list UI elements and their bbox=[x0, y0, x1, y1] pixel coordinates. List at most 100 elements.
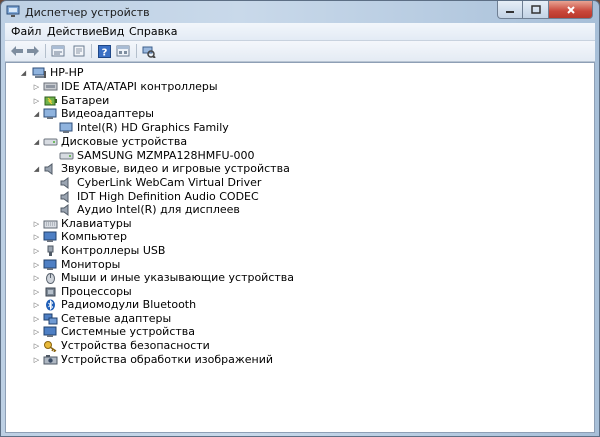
tree-label: Сетевые адаптеры bbox=[61, 312, 172, 325]
scan-hardware-button[interactable] bbox=[141, 43, 157, 59]
menu-bar: Файл Действие Вид Справка bbox=[5, 23, 595, 41]
tree-category-batteries[interactable]: ▷ Батареи bbox=[30, 94, 110, 107]
tree-category-system-devices[interactable]: ▷ Системные устройства bbox=[30, 325, 195, 338]
expand-triangle-icon[interactable]: ▷ bbox=[32, 314, 41, 323]
window-controls bbox=[497, 1, 593, 19]
tree-category-computer[interactable]: ▷ Компьютер bbox=[30, 230, 127, 243]
expand-triangle-icon[interactable]: ▷ bbox=[32, 232, 41, 241]
svg-text:?: ? bbox=[101, 47, 107, 58]
title-bar[interactable]: Диспетчер устройств bbox=[1, 1, 599, 23]
monitor-icon bbox=[42, 325, 58, 338]
properties-button[interactable] bbox=[50, 43, 66, 59]
tree-category-usb[interactable]: ▷ Контроллеры USB bbox=[30, 244, 166, 257]
menu-file[interactable]: Файл bbox=[11, 25, 41, 38]
display-adapter-icon bbox=[58, 121, 74, 134]
properties-icon bbox=[51, 45, 65, 57]
update-driver-button[interactable] bbox=[71, 43, 87, 59]
tree-label: Компьютер bbox=[61, 230, 127, 243]
collapse-triangle-icon[interactable]: ◢ bbox=[32, 109, 41, 118]
tree-root[interactable]: ◢ HP-HP bbox=[20, 66, 84, 79]
tree-category-mice[interactable]: ▷ Мыши и иные указывающие устройства bbox=[30, 271, 294, 284]
security-key-icon bbox=[42, 339, 58, 352]
tree-label: Дисковые устройства bbox=[61, 135, 188, 148]
tree-category-imaging[interactable]: ▷ Устройства обработки изображений bbox=[30, 353, 273, 366]
tree-device-intel-graphics[interactable]: Intel(R) HD Graphics Family bbox=[58, 121, 229, 134]
tree-label: Мониторы bbox=[61, 258, 121, 271]
help-icon: ? bbox=[97, 44, 111, 58]
back-button[interactable] bbox=[9, 43, 25, 59]
usb-icon bbox=[42, 244, 58, 257]
tree-device-samsung-disk[interactable]: SAMSUNG MZMPA128HMFU-000 bbox=[58, 149, 255, 162]
help-button[interactable]: ? bbox=[96, 43, 112, 59]
expand-triangle-icon[interactable]: ▷ bbox=[32, 82, 41, 91]
toolbar-separator bbox=[136, 44, 137, 58]
back-arrow-icon bbox=[11, 46, 23, 56]
expand-triangle-icon[interactable]: ▷ bbox=[32, 96, 41, 105]
view-button[interactable] bbox=[115, 43, 131, 59]
tree-category-security[interactable]: ▷ Устройства безопасности bbox=[30, 339, 210, 352]
close-button[interactable] bbox=[549, 1, 593, 19]
disk-drive-icon bbox=[58, 149, 74, 162]
scan-hardware-icon bbox=[142, 46, 156, 58]
mouse-icon bbox=[42, 271, 58, 284]
tree-category-bluetooth[interactable]: ▷ Радиомодули Bluetooth bbox=[30, 298, 196, 311]
tree-device-intel-display-audio[interactable]: Аудио Intel(R) для дисплеев bbox=[58, 203, 240, 216]
minimize-icon bbox=[506, 10, 514, 13]
menu-help[interactable]: Справка bbox=[129, 25, 177, 38]
menu-action[interactable]: Действие bbox=[47, 25, 102, 38]
tree-category-ide[interactable]: ▷ IDE ATA/ATAPI контроллеры bbox=[30, 80, 218, 93]
maximize-button[interactable] bbox=[523, 1, 549, 19]
expand-triangle-icon[interactable]: ▷ bbox=[32, 341, 41, 350]
tree-category-display-adapters[interactable]: ◢ Видеоадаптеры bbox=[30, 107, 154, 120]
expand-triangle-icon[interactable]: ▷ bbox=[32, 300, 41, 309]
monitor-icon bbox=[42, 230, 58, 243]
minimize-button[interactable] bbox=[497, 1, 523, 19]
tree-label: Процессоры bbox=[61, 285, 132, 298]
tree-label: Звуковые, видео и игровые устройства bbox=[61, 162, 290, 175]
device-tree[interactable]: ◢ HP-HP ▷ IDE ATA/ATAPI контроллеры ▷ Ба… bbox=[5, 62, 595, 433]
tree-category-monitors[interactable]: ▷ Мониторы bbox=[30, 258, 121, 271]
view-icon bbox=[116, 45, 130, 57]
collapse-triangle-icon[interactable]: ◢ bbox=[32, 137, 41, 146]
update-driver-icon bbox=[73, 45, 85, 57]
tree-label: Клавиатуры bbox=[61, 217, 132, 230]
device-manager-app-icon bbox=[6, 5, 20, 18]
expand-triangle-icon[interactable]: ▷ bbox=[32, 287, 41, 296]
tree-category-keyboards[interactable]: ▷ Клавиатуры bbox=[30, 217, 132, 230]
expand-triangle-icon[interactable]: ▷ bbox=[32, 327, 41, 336]
tree-label: Контроллеры USB bbox=[61, 244, 166, 257]
tree-category-sound[interactable]: ◢ Звуковые, видео и игровые устройства bbox=[30, 162, 290, 175]
tree-label: CyberLink WebCam Virtual Driver bbox=[77, 176, 262, 189]
forward-button[interactable] bbox=[25, 43, 41, 59]
speaker-icon bbox=[42, 162, 58, 175]
tree-label: Системные устройства bbox=[61, 325, 195, 338]
network-adapter-icon bbox=[42, 312, 58, 325]
collapse-triangle-icon[interactable]: ◢ bbox=[19, 68, 28, 77]
tree-category-disk-drives[interactable]: ◢ Дисковые устройства bbox=[30, 135, 187, 148]
tree-category-processors[interactable]: ▷ Процессоры bbox=[30, 285, 132, 298]
tree-label: Видеоадаптеры bbox=[61, 107, 154, 120]
tree-category-network[interactable]: ▷ Сетевые адаптеры bbox=[30, 312, 171, 325]
toolbar-separator bbox=[91, 44, 92, 58]
tree-label: Устройства обработки изображений bbox=[61, 353, 274, 366]
expand-triangle-icon[interactable]: ▷ bbox=[32, 355, 41, 364]
display-adapter-icon bbox=[42, 107, 58, 120]
ide-controller-icon bbox=[42, 80, 58, 93]
tree-label: SAMSUNG MZMPA128HMFU-000 bbox=[77, 149, 255, 162]
device-manager-window: Диспетчер устройств Файл Действие Вид Сп… bbox=[0, 0, 600, 437]
monitor-icon bbox=[42, 258, 58, 271]
expand-triangle-icon[interactable]: ▷ bbox=[32, 260, 41, 269]
tree-device-idt-audio[interactable]: IDT High Definition Audio CODEC bbox=[58, 190, 259, 203]
menu-view[interactable]: Вид bbox=[102, 25, 124, 38]
expand-triangle-icon[interactable]: ▷ bbox=[32, 273, 41, 282]
tree-device-cyberlink-webcam[interactable]: CyberLink WebCam Virtual Driver bbox=[58, 176, 261, 189]
expand-triangle-icon[interactable]: ▷ bbox=[32, 219, 41, 228]
bluetooth-icon bbox=[42, 298, 58, 311]
tree-label: IDE ATA/ATAPI контроллеры bbox=[61, 80, 218, 93]
tree-label: Мыши и иные указывающие устройства bbox=[61, 271, 295, 284]
forward-arrow-icon bbox=[27, 46, 39, 56]
toolbar: ? bbox=[5, 41, 595, 62]
collapse-triangle-icon[interactable]: ◢ bbox=[32, 164, 41, 173]
speaker-icon bbox=[58, 176, 74, 189]
expand-triangle-icon[interactable]: ▷ bbox=[32, 246, 41, 255]
